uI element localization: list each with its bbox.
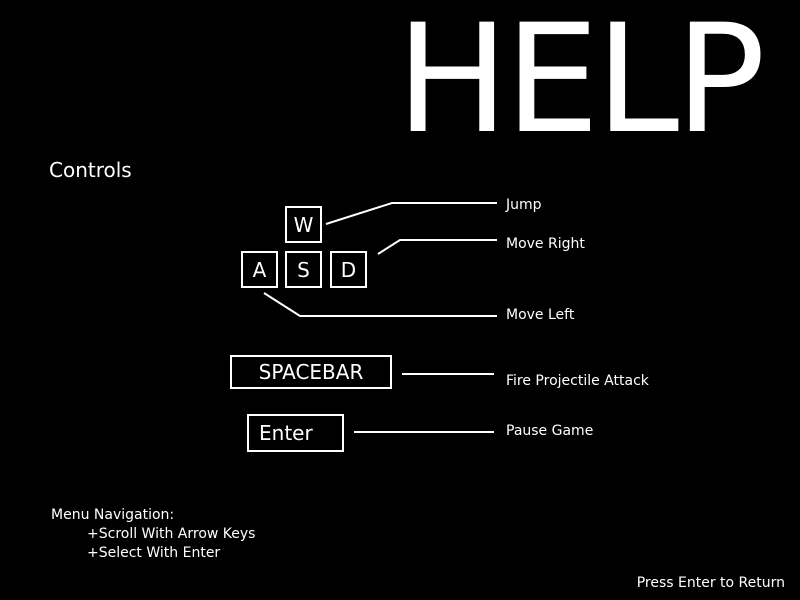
s-key: S <box>285 251 322 288</box>
a-key: A <box>241 251 278 288</box>
return-hint: Press Enter to Return <box>636 575 785 591</box>
help-screen: HELP Controls W A S D SPACEBAR Enter Jum… <box>0 0 800 600</box>
move-right-label: Move Right <box>506 236 585 252</box>
jump-label: Jump <box>506 197 542 213</box>
menu-navigation-heading: Menu Navigation: <box>51 507 175 523</box>
move-right-connector-line <box>377 239 497 255</box>
move-left-connector-line <box>263 292 497 317</box>
w-key: W <box>285 206 322 243</box>
pause-label: Pause Game <box>506 423 594 439</box>
menu-select-hint: +Select With Enter <box>87 545 221 561</box>
move-left-label: Move Left <box>506 307 575 323</box>
fire-label: Fire Projectile Attack <box>506 373 649 389</box>
menu-navigation-help: Menu Navigation: +Scroll With Arrow Keys… <box>51 506 255 563</box>
d-key: D <box>330 251 367 288</box>
spacebar-key: SPACEBAR <box>230 355 392 389</box>
menu-scroll-hint: +Scroll With Arrow Keys <box>87 526 256 542</box>
enter-key: Enter <box>247 414 344 452</box>
jump-connector-line <box>325 202 497 225</box>
